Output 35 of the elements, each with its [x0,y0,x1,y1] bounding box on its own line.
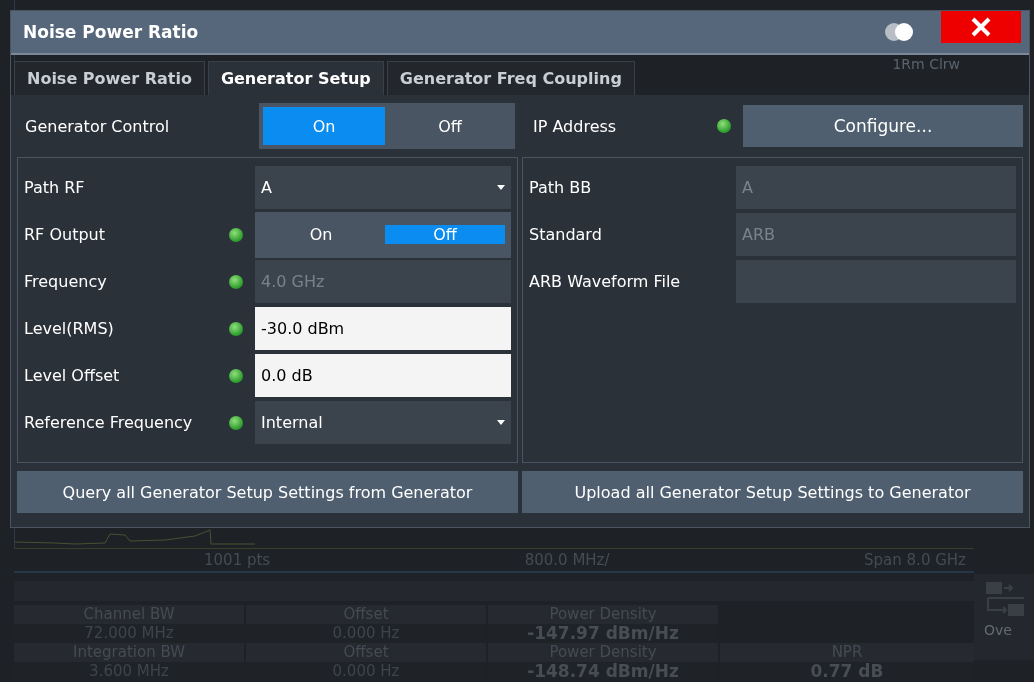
toggle-switch[interactable]: On Off [259,103,515,149]
dialog-title: Noise Power Ratio [23,22,200,42]
toggle-switch[interactable]: On Off [255,211,511,258]
field-label: Level Offset [24,366,121,385]
close-button[interactable] [941,11,1021,43]
input-field[interactable]: -30.0 dBm [255,307,511,350]
configure-button[interactable]: Configure... [743,105,1023,147]
readonly-field: A [736,166,1016,209]
readonly-field: 4.0 GHz [255,260,511,303]
field-label: ARB Waveform File [529,272,682,291]
field-label: Generator Control [25,116,170,136]
toggle-option[interactable]: Off [389,107,511,145]
dropdown-field[interactable]: A [255,166,511,209]
trace-label: 1Rm Clrw [892,56,960,72]
field-label: Path RF [24,178,86,197]
caret-icon [497,185,505,190]
input-field[interactable]: 0.0 dB [255,354,511,397]
dropdown-field[interactable]: Internal [255,401,511,444]
caret-icon [497,420,505,425]
tab[interactable]: Generator Freq Coupling [386,61,635,95]
toggle-option[interactable]: On [261,225,381,244]
field-label: Reference Frequency [24,413,194,432]
readonly-field: ARB [736,213,1016,256]
overlapping-circles-icon[interactable] [883,22,915,42]
field-label: Standard [529,225,603,244]
close-icon [970,16,992,38]
tab[interactable]: Noise Power Ratio [14,61,205,95]
action-button[interactable]: Upload all Generator Setup Settings to Generator [522,471,1023,513]
field-label: IP Address [533,116,618,136]
action-button[interactable]: Query all Generator Setup Settings from Generator [17,471,518,513]
field-label: RF Output [24,225,106,244]
tab[interactable]: Generator Setup [207,61,384,95]
field-label: Frequency [24,272,108,291]
field-label: Level(RMS) [24,319,115,338]
field-label: Path BB [529,178,593,197]
